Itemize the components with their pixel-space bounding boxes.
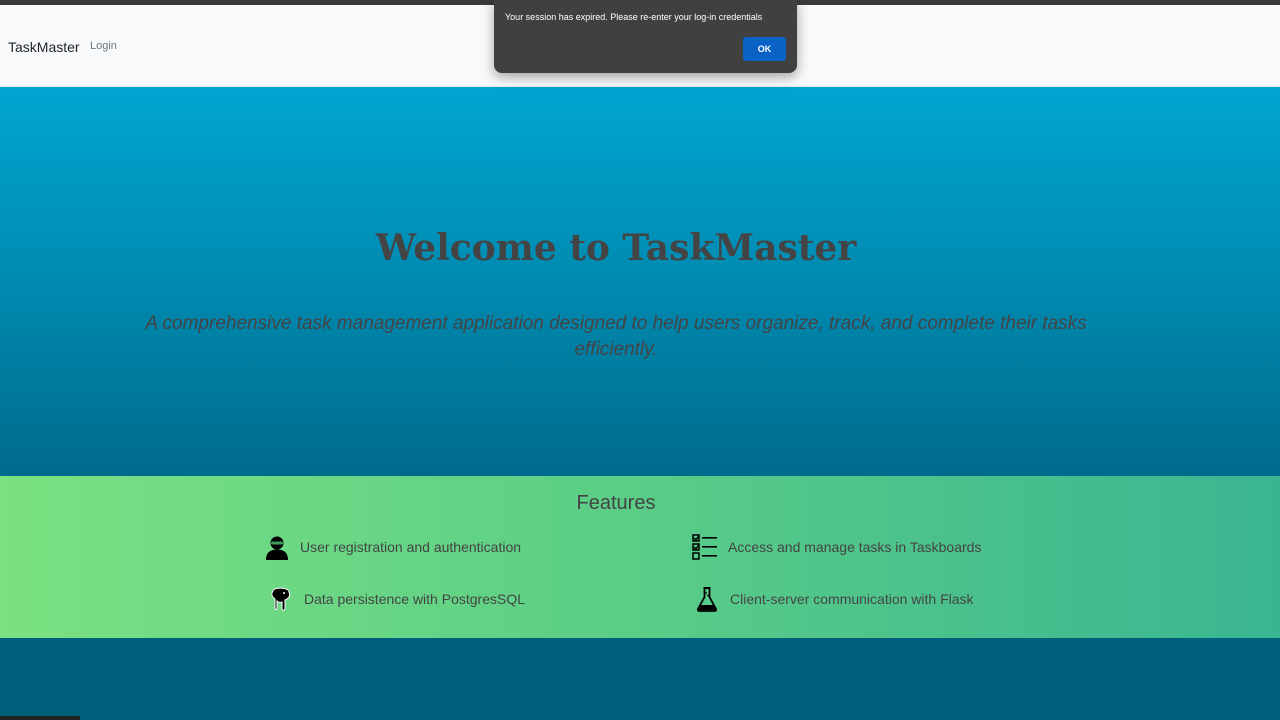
feature-item: Client-server communication with Flask <box>694 586 974 612</box>
flask-icon <box>696 587 718 612</box>
feature-label: Access and manage tasks in Taskboards <box>728 539 982 555</box>
hero-title: Welcome to TaskMaster <box>375 227 857 269</box>
feature-label: Data persistence with PostgresSQL <box>304 591 525 607</box>
feature-label: Client-server communication with Flask <box>730 591 974 607</box>
user-icon <box>266 536 288 560</box>
hero-section: Welcome to TaskMaster A comprehensive ta… <box>0 87 1280 476</box>
hero-subtitle: A comprehensive task management applicat… <box>145 313 1087 360</box>
session-expired-dialog: Your session has expired. Please re-ente… <box>494 0 797 73</box>
bottom-bar <box>0 716 80 720</box>
brand-link[interactable]: TaskMaster <box>8 39 80 55</box>
feature-item: User registration and authentication <box>264 534 521 560</box>
dialog-message: Your session has expired. Please re-ente… <box>505 12 763 22</box>
feature-label: User registration and authentication <box>300 539 522 555</box>
features-title: Features <box>576 492 656 514</box>
feature-item: Access and manage tasks in Taskboards <box>692 534 981 560</box>
footer-band <box>0 638 1280 720</box>
ok-button[interactable]: OK <box>743 37 786 61</box>
features-section: Features User registration and authentic… <box>0 476 1280 638</box>
postgres-elephant-icon <box>271 587 291 611</box>
login-link[interactable]: Login <box>90 40 117 52</box>
checklist-icon <box>692 534 717 560</box>
feature-item: Data persistence with PostgresSQL <box>268 586 525 612</box>
